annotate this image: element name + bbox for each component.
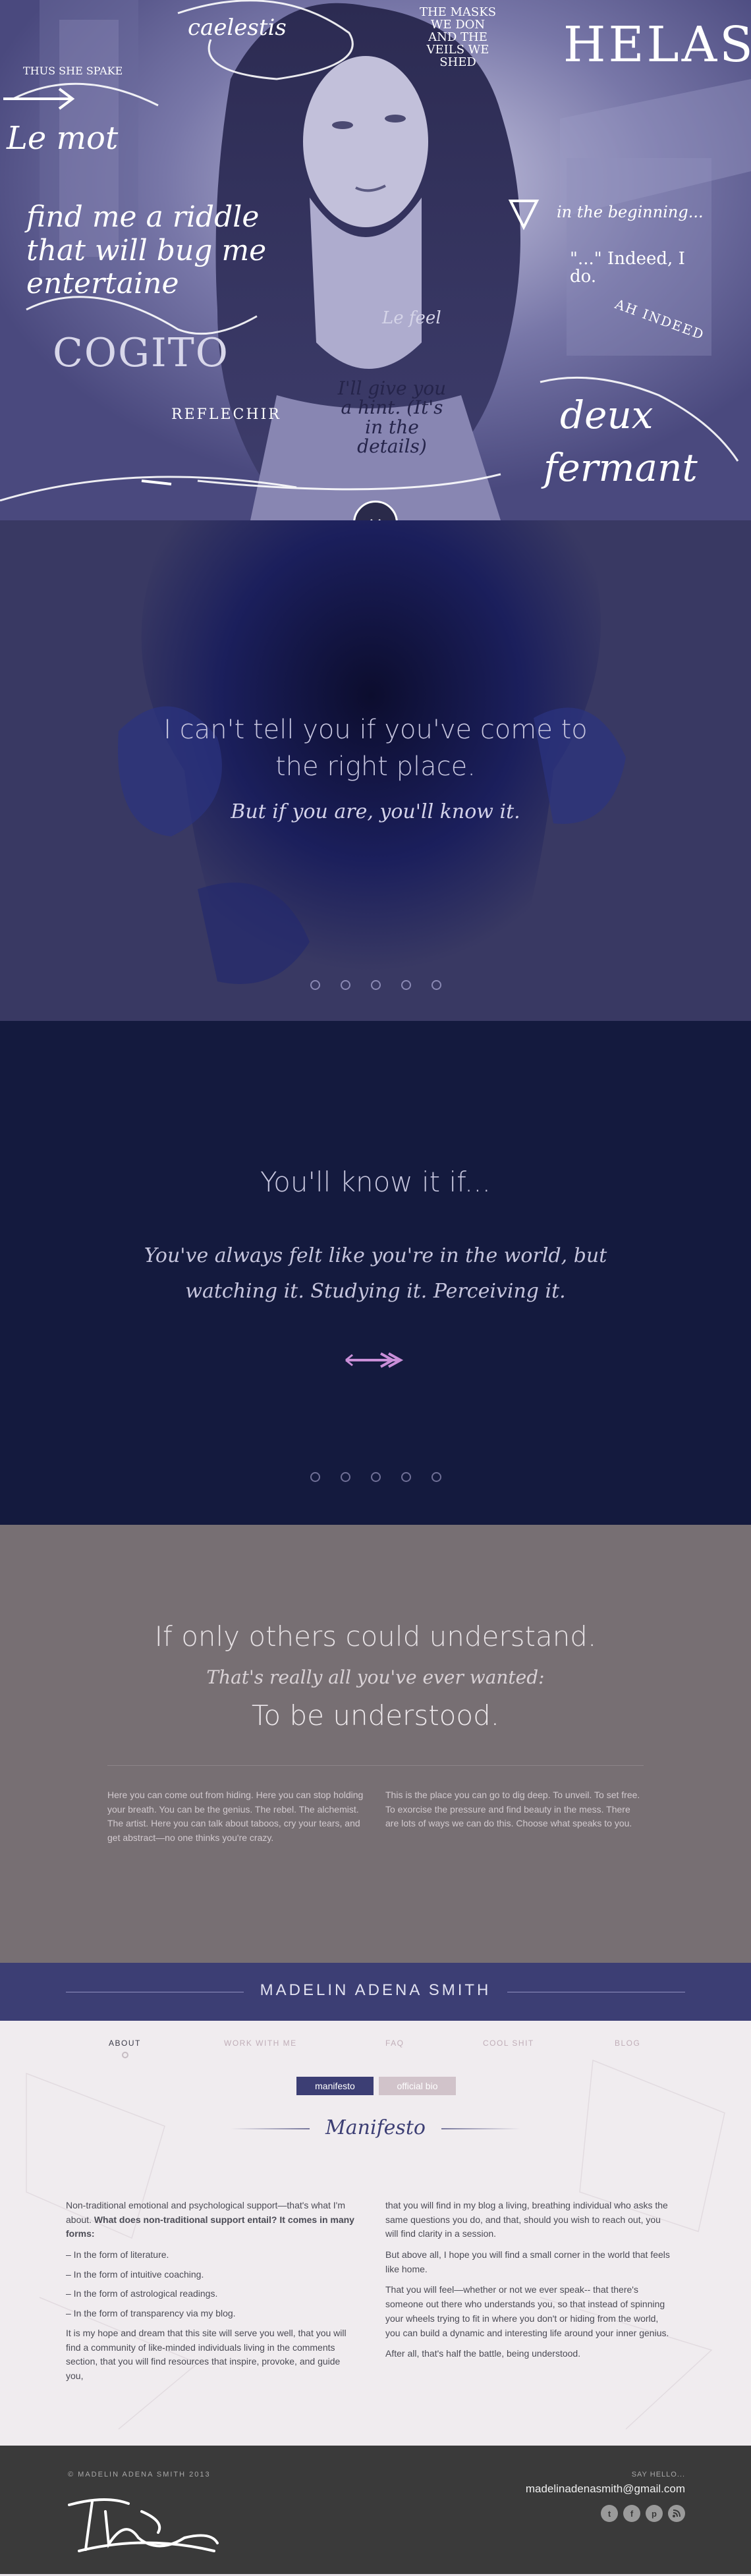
next-arrow-icon[interactable]	[343, 1350, 408, 1370]
pagination-dot[interactable]	[310, 980, 320, 990]
doodle-helas: HELAS!	[563, 16, 751, 73]
manifesto-list-item: – In the form of astrological readings.	[66, 2288, 218, 2299]
nav-cool-shit[interactable]: COOL SHIT	[483, 2039, 534, 2048]
know-it-slide: You'll know it if... You've always felt …	[0, 1021, 751, 1525]
pagination-dot[interactable]	[401, 980, 411, 990]
manifesto-list-item: – In the form of literature.	[66, 2249, 169, 2261]
intro-slide: I can't tell you if you've come to the r…	[0, 520, 751, 1021]
slide2-heading: You'll know it if...	[260, 1166, 491, 1198]
slide2-script-line2: watching it. Studying it. Perceiving it.	[185, 1280, 566, 1303]
footer-email-link[interactable]: madelinadenasmith@gmail.com	[526, 2482, 685, 2496]
nav-work-with-me[interactable]: WORK WITH ME	[224, 2039, 297, 2048]
social-links: t f p	[596, 2505, 685, 2522]
name-bar: MADELIN ADENA SMITH	[0, 1963, 751, 2021]
doodle-indeed: "..." Indeed, I do.	[570, 249, 685, 287]
understand-subheading: To be understood.	[251, 1699, 500, 1732]
doodle-reflechir: REFLECHIR	[171, 406, 281, 423]
pinterest-icon[interactable]: p	[646, 2505, 663, 2522]
doodle-caelestis: caelestis	[188, 14, 287, 41]
slide1-headline-line1: I can't tell you if you've come to	[163, 715, 588, 745]
doodle-thus: THUS SHE SPAKE	[23, 65, 123, 77]
manifesto-intro-bold: What does non-traditional support entail…	[66, 2214, 354, 2239]
slide1-pagination	[0, 980, 751, 990]
twitter-icon[interactable]: t	[601, 2505, 618, 2522]
about-section: ABOUT WORK WITH ME FAQ COOL SHIT BLOG ma…	[0, 2021, 751, 2446]
doodle-deux: deux	[560, 393, 654, 437]
manifesto-intro: Non-traditional emotional and psychologi…	[66, 2199, 356, 2241]
hero-section: caelestis THE MASKS WE DON AND THE VEILS…	[0, 0, 751, 520]
doodle-fermant: fermant	[543, 445, 698, 490]
manifesto-list-item: – In the form of transparency via my blo…	[66, 2308, 236, 2319]
manifesto-paragraph: It is my hope and dream that this site w…	[66, 2327, 347, 2381]
chevron-down-icon	[370, 519, 381, 520]
footer-say-hello: SAY HELLO...	[631, 2471, 685, 2479]
understand-col1-text: Here you can come out from hiding. Here …	[107, 1790, 364, 1844]
manifesto-title: Manifesto	[310, 2116, 441, 2139]
site-footer: © MADELIN ADENA SMITH 2013 SAY HELLO... …	[0, 2446, 751, 2574]
doodle-lemot: Le mot	[7, 120, 119, 157]
manifesto-paragraph: that you will find in my blog a living, …	[385, 2200, 668, 2239]
signature-logo	[68, 2498, 219, 2552]
doodle-lefeel: Le feel	[382, 308, 441, 328]
slide1-script-line: But if you are, you'll know it.	[231, 800, 520, 823]
doodle-beginning: in the beginning...	[557, 203, 704, 221]
manifesto-paragraph: But above all, I hope you will find a sm…	[385, 2249, 670, 2274]
nav-about[interactable]: ABOUT	[109, 2039, 141, 2048]
nav-active-indicator	[122, 2052, 128, 2058]
tab-manifesto[interactable]: manifesto	[296, 2077, 374, 2095]
doodle-hint: I'll give you a hint. (It's in the detai…	[337, 377, 447, 458]
pagination-dot[interactable]	[310, 1472, 320, 1482]
understand-heading: If only others could understand.	[154, 1620, 597, 1653]
pagination-dot[interactable]	[431, 1472, 441, 1482]
nav-blog[interactable]: BLOG	[615, 2039, 640, 2048]
understand-section: If only others could understand. That's …	[0, 1525, 751, 1963]
rss-icon[interactable]	[668, 2505, 685, 2522]
manifesto-list-item: – In the form of intuitive coaching.	[66, 2268, 204, 2280]
pagination-dot[interactable]	[340, 1472, 350, 1482]
pagination-dot[interactable]	[370, 980, 381, 990]
footer-copyright: © MADELIN ADENA SMITH 2013	[68, 2471, 211, 2479]
pagination-dot[interactable]	[431, 980, 441, 990]
slide2-pagination	[0, 1472, 751, 1482]
nav-faq[interactable]: FAQ	[385, 2039, 404, 2048]
understand-col2-text: This is the place you can go to dig deep…	[385, 1790, 640, 1829]
pagination-dot[interactable]	[370, 1472, 381, 1482]
manifesto-left-column: Non-traditional emotional and psychologi…	[66, 2199, 356, 2390]
site-name[interactable]: MADELIN ADENA SMITH	[244, 1981, 507, 2000]
slide2-script-line1: You've always felt like you're in the wo…	[144, 1244, 607, 1267]
understand-script: That's really all you've ever wanted:	[206, 1666, 545, 1688]
facebook-icon[interactable]: f	[623, 2505, 640, 2522]
doodle-cogito: COGITO	[53, 330, 229, 376]
pagination-dot[interactable]	[340, 980, 350, 990]
manifesto-paragraph: After all, that's half the battle, being…	[385, 2348, 581, 2359]
manifesto-right-column: that you will find in my blog a living, …	[385, 2199, 675, 2368]
doodle-masks: THE MASKS WE DON AND THE VEILS WE SHED	[419, 5, 497, 69]
tab-official-bio[interactable]: official bio	[379, 2077, 456, 2095]
pagination-dot[interactable]	[401, 1472, 411, 1482]
doodle-riddle: find me a riddle that will bug me entert…	[26, 200, 267, 301]
slide1-headline-line2: the right place.	[275, 752, 476, 782]
divider	[107, 1765, 644, 1766]
manifesto-paragraph: That you will feel—whether or not we eve…	[385, 2284, 669, 2338]
